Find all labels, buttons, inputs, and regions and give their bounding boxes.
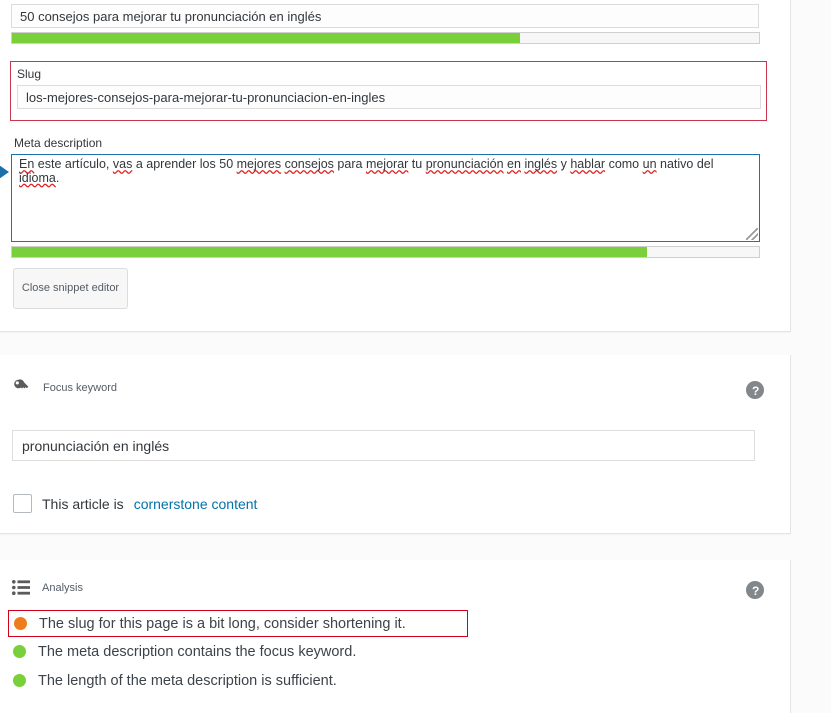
selection-pointer-icon: [0, 163, 9, 181]
meta-description-text[interactable]: En este artículo, vas a aprender los 50 …: [19, 157, 753, 185]
cornerstone-content-link[interactable]: cornerstone content: [134, 496, 258, 512]
cornerstone-checkbox[interactable]: [13, 494, 32, 513]
analysis-header: Analysis: [12, 580, 83, 595]
textarea-resize-grip-icon[interactable]: [746, 228, 758, 240]
yoast-seo-metabox: Slug Meta description En este artículo, …: [0, 0, 831, 713]
help-icon[interactable]: ?: [746, 581, 764, 599]
meta-description-field-group[interactable]: En este artículo, vas a aprender los 50 …: [11, 154, 760, 242]
analysis-result-text: The length of the meta description is su…: [38, 672, 337, 689]
focus-keyword-header: Focus keyword: [12, 378, 117, 397]
key-icon: [12, 378, 31, 397]
list-icon: [12, 580, 30, 595]
analysis-result-item: The slug for this page is a bit long, co…: [8, 610, 468, 637]
seo-title-input[interactable]: [11, 4, 759, 28]
cornerstone-prefix-label: This article is: [42, 495, 124, 512]
slug-field-group: Slug: [10, 61, 767, 121]
slug-label: Slug: [17, 67, 42, 81]
close-snippet-editor-button[interactable]: Close snippet editor: [13, 268, 128, 309]
analysis-title: Analysis: [42, 581, 83, 594]
focus-keyword-title: Focus keyword: [43, 381, 117, 394]
analysis-status-bullet-green: [13, 674, 26, 687]
title-length-progress-bar: [11, 32, 760, 44]
focus-keyword-input[interactable]: [12, 430, 755, 461]
meta-description-length-progress-bar: [11, 246, 760, 258]
meta-description-length-progress-fill: [12, 247, 647, 257]
analysis-status-bullet-green: [13, 645, 26, 658]
meta-description-label: Meta description: [14, 136, 103, 150]
cornerstone-content-row: This article is cornerstone content: [13, 494, 257, 513]
title-length-progress-fill: [12, 33, 520, 43]
help-icon[interactable]: ?: [746, 381, 764, 399]
analysis-result-text: The meta description contains the focus …: [38, 643, 357, 660]
analysis-result-text: The slug for this page is a bit long, co…: [39, 615, 406, 632]
slug-input[interactable]: [17, 85, 761, 109]
analysis-results-list: The slug for this page is a bit long, co…: [8, 610, 468, 695]
analysis-status-bullet-orange: [14, 617, 27, 630]
snippet-editor-panel: Slug Meta description En este artículo, …: [0, 0, 791, 332]
analysis-result-item: The meta description contains the focus …: [8, 637, 468, 666]
analysis-result-item: The length of the meta description is su…: [8, 666, 468, 695]
